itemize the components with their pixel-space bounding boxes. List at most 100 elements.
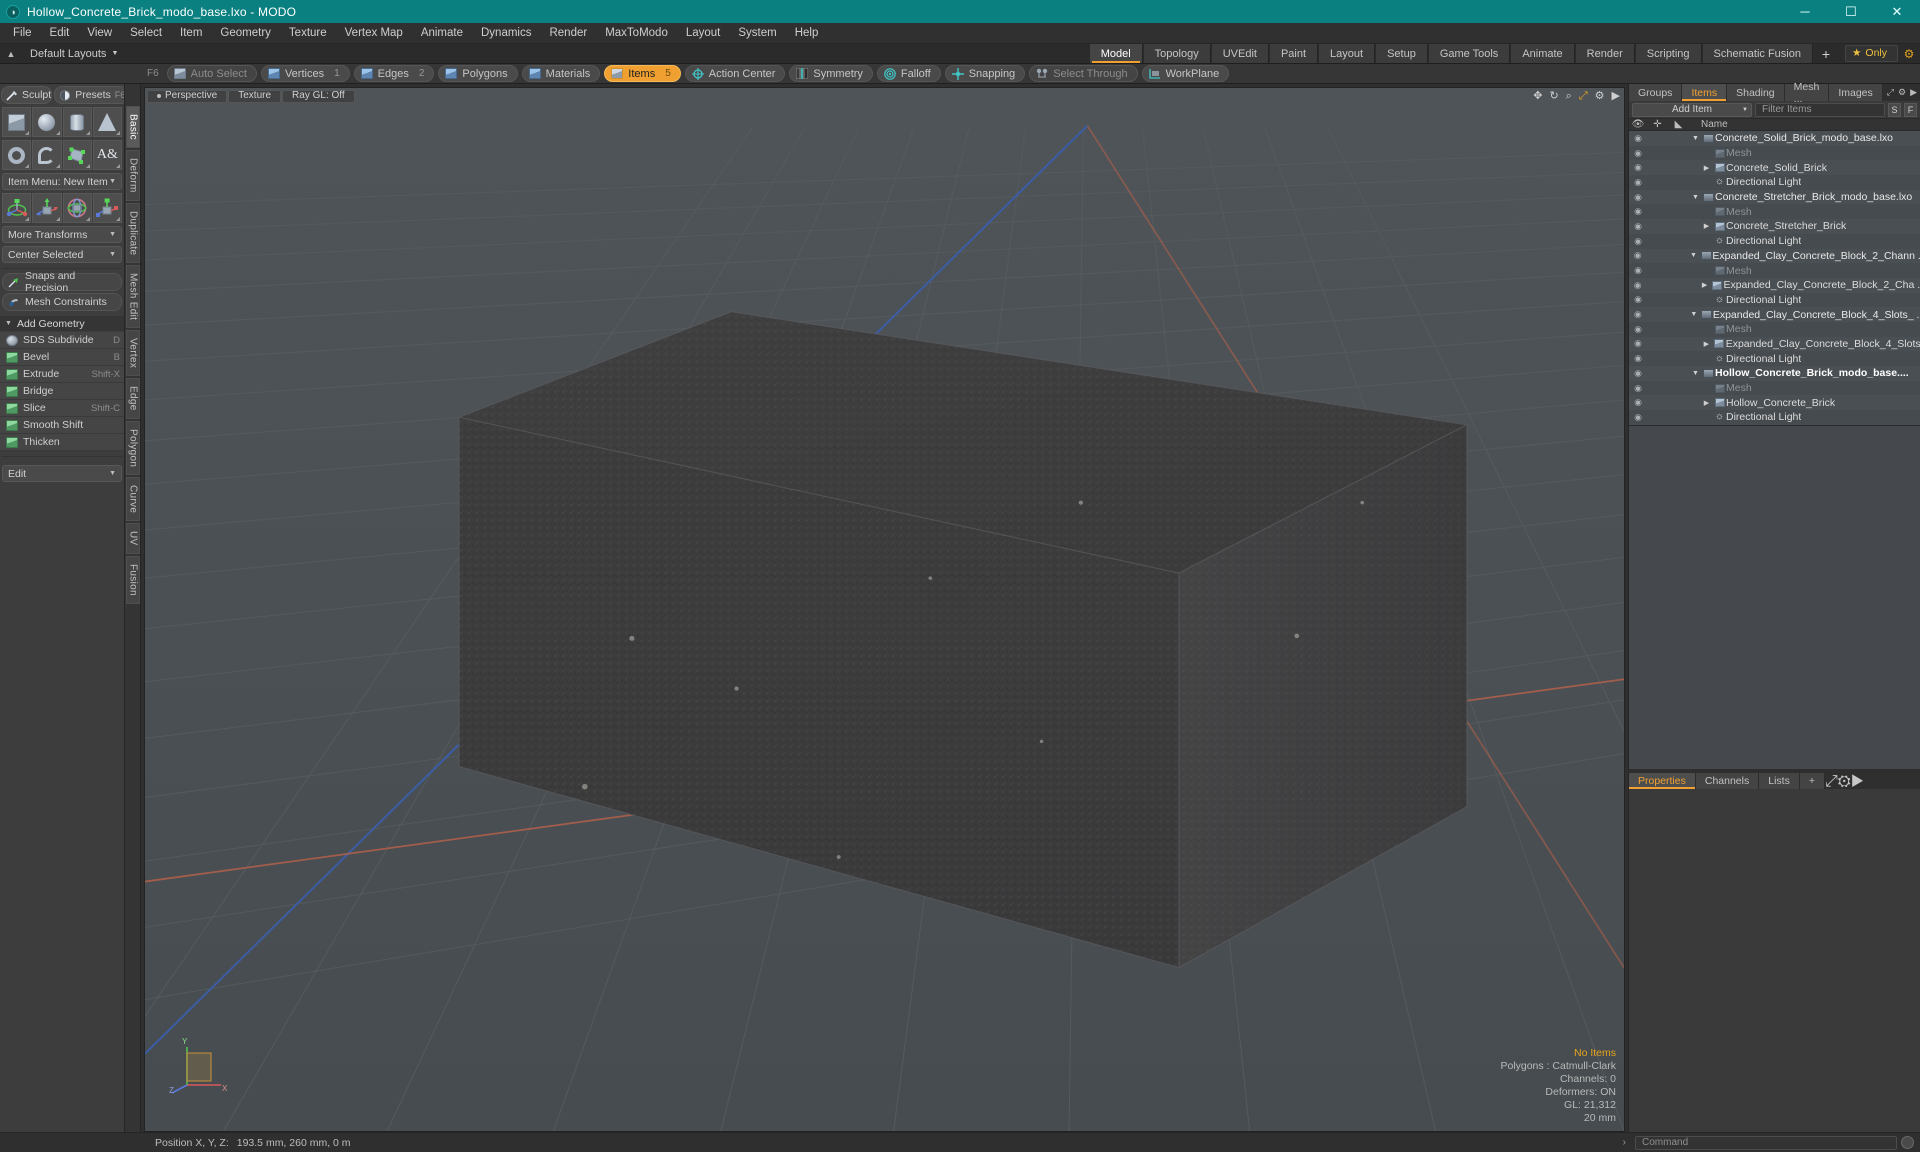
sphere-primitive-button[interactable] xyxy=(32,107,62,137)
cylinder-primitive-button[interactable] xyxy=(62,107,92,137)
items-tree-row[interactable]: ◉ Mesh xyxy=(1629,321,1920,337)
command-help-icon[interactable] xyxy=(1901,1136,1914,1149)
visibility-toggle-icon[interactable]: ◉ xyxy=(1629,368,1647,379)
mode-button-symmetry[interactable]: Symmetry xyxy=(789,65,873,82)
visibility-toggle-icon[interactable]: ◉ xyxy=(1629,383,1647,394)
chevron-right-icon[interactable]: ▶ xyxy=(1612,90,1620,102)
spiral-primitive-button[interactable] xyxy=(32,140,62,170)
menu-item-maxtomodo[interactable]: MaxToModo xyxy=(596,23,677,44)
move-gizmo-button[interactable] xyxy=(2,193,32,223)
items-tree-row[interactable]: ◉ ☼ Directional Light xyxy=(1629,410,1920,425)
cone-primitive-button[interactable] xyxy=(92,107,122,137)
add-properties-tab-button[interactable]: + xyxy=(1799,772,1825,789)
chevron-right-icon[interactable]: ▶ xyxy=(1910,87,1917,98)
filter-f-button[interactable]: F xyxy=(1904,102,1917,117)
vertical-tab-curve[interactable]: Curve xyxy=(125,477,140,522)
only-toggle-button[interactable]: ★ Only xyxy=(1844,45,1898,62)
vertical-tab-basic[interactable]: Basic xyxy=(125,106,140,148)
vertical-tab-vertex[interactable]: Vertex xyxy=(125,330,140,377)
add-geometry-header[interactable]: ▼ Add Geometry xyxy=(0,316,124,331)
torus-primitive-button[interactable] xyxy=(2,140,32,170)
items-tree-row[interactable]: ◉ ☼ Directional Light xyxy=(1629,233,1920,249)
vertical-tab-edge[interactable]: Edge xyxy=(125,378,140,419)
visibility-toggle-icon[interactable]: ◉ xyxy=(1629,309,1647,320)
menu-item-file[interactable]: File xyxy=(4,23,41,44)
menu-item-animate[interactable]: Animate xyxy=(412,23,472,44)
visibility-toggle-icon[interactable]: ◉ xyxy=(1629,236,1647,247)
mode-button-falloff[interactable]: Falloff xyxy=(876,65,941,82)
items-tree-row[interactable]: ◉ ☼ Directional Light xyxy=(1629,292,1920,308)
visibility-toggle-icon[interactable]: ◉ xyxy=(1629,192,1647,203)
layout-tab-uvedit[interactable]: UVEdit xyxy=(1210,44,1269,63)
expand-chevron-icon[interactable]: ▼ xyxy=(1687,252,1700,259)
expand-chevron-icon[interactable]: ▼ xyxy=(1689,194,1702,201)
items-tree-row[interactable]: ◉ ▼ Expanded_Clay_Concrete_Block_4_Slots_ … xyxy=(1629,307,1920,322)
visibility-toggle-icon[interactable]: ◉ xyxy=(1629,324,1647,335)
visibility-toggle-icon[interactable]: ◉ xyxy=(1629,206,1647,217)
layout-tab-render[interactable]: Render xyxy=(1574,44,1635,63)
cube-primitive-button[interactable] xyxy=(2,107,32,137)
items-tree-row[interactable]: ◉ Mesh xyxy=(1629,263,1920,278)
items-tree-row[interactable]: ◉ ▶ Concrete_Solid_Brick xyxy=(1629,160,1920,176)
layout-tab-topology[interactable]: Topology xyxy=(1142,44,1211,63)
items-tree-row[interactable]: ◉ ☼ Directional Light xyxy=(1629,351,1920,366)
geometry-tool-sds-subdivide[interactable]: SDS Subdivide D xyxy=(0,332,124,349)
properties-tab-properties[interactable]: Properties xyxy=(1629,772,1696,789)
expand-chevron-icon[interactable]: ▶ xyxy=(1698,281,1711,289)
visibility-toggle-icon[interactable]: ◉ xyxy=(1629,162,1647,173)
items-tree-row[interactable]: ◉ ☼ Directional Light xyxy=(1629,175,1920,190)
layout-expand-icon[interactable]: ▲ xyxy=(0,44,22,63)
chevron-right-icon[interactable]: ▶ xyxy=(1851,773,1864,790)
right-tab-mesh-[interactable]: Mesh ... xyxy=(1784,81,1830,105)
menu-item-item[interactable]: Item xyxy=(171,23,211,44)
expand-chevron-icon[interactable]: ▼ xyxy=(1689,135,1702,142)
layout-tab-animate[interactable]: Animate xyxy=(1510,44,1575,63)
raygl-button[interactable]: Ray GL: Off xyxy=(282,89,355,103)
geometry-tool-bridge[interactable]: Bridge xyxy=(0,383,124,400)
layout-tab-setup[interactable]: Setup xyxy=(1375,44,1428,63)
menu-item-system[interactable]: System xyxy=(729,23,785,44)
expand-chevron-icon[interactable]: ▶ xyxy=(1700,222,1713,230)
vertical-tab-fusion[interactable]: Fusion xyxy=(125,555,140,604)
items-tree-row[interactable]: ◉ ▼ Hollow_Concrete_Brick_modo_base.... xyxy=(1629,366,1920,381)
mesh-constraints-row[interactable]: Mesh Constraints xyxy=(2,293,122,311)
mode-button-polygons[interactable]: Polygons xyxy=(438,65,518,82)
expand-chevron-icon[interactable]: ▼ xyxy=(1689,370,1702,377)
close-button[interactable]: ✕ xyxy=(1874,0,1920,23)
text-primitive-button[interactable]: A& xyxy=(92,140,122,170)
scale-gizmo-button[interactable] xyxy=(92,193,122,223)
fit-view-icon[interactable]: ⤢ xyxy=(1579,90,1588,102)
menu-item-view[interactable]: View xyxy=(78,23,121,44)
visibility-toggle-icon[interactable]: ◉ xyxy=(1629,133,1647,144)
filter-items-input[interactable]: Filter Items xyxy=(1755,102,1885,117)
menu-item-vertex-map[interactable]: Vertex Map xyxy=(336,23,412,44)
items-tree-row[interactable]: ◉ ▼ Expanded_Clay_Concrete_Block_2_Chann .… xyxy=(1629,248,1920,264)
vertical-tab-deform[interactable]: Deform xyxy=(125,149,140,201)
gear-icon[interactable]: ⚙ xyxy=(1595,90,1605,102)
rotate-view-icon[interactable]: ↻ xyxy=(1549,90,1558,102)
expand-chevron-icon[interactable]: ▶ xyxy=(1700,340,1713,348)
right-tab-items[interactable]: Items xyxy=(1682,84,1728,101)
default-layouts-dropdown[interactable]: Default Layouts ▼ xyxy=(22,44,126,63)
item-menu-dropdown[interactable]: Item Menu: New Item ▼ xyxy=(2,173,122,190)
layout-tab-model[interactable]: Model xyxy=(1088,44,1143,63)
layout-tab-game-tools[interactable]: Game Tools xyxy=(1427,44,1511,63)
items-tree-row[interactable]: ◉ ▶ Hollow_Concrete_Brick xyxy=(1629,395,1920,411)
expand-icon[interactable]: ⤢ xyxy=(1887,87,1894,98)
items-tree-row[interactable]: ◉ ▶ Concrete_Stretcher_Brick xyxy=(1629,219,1920,234)
rotate-gizmo-button[interactable] xyxy=(62,193,92,223)
properties-tab-channels[interactable]: Channels xyxy=(1695,772,1760,789)
menu-item-edit[interactable]: Edit xyxy=(41,23,79,44)
gear-icon[interactable]: ⚙ xyxy=(1898,87,1906,98)
vertical-tab-uv[interactable]: UV xyxy=(125,523,140,554)
menu-item-help[interactable]: Help xyxy=(786,23,828,44)
items-tree-row[interactable]: ◉ Mesh xyxy=(1629,145,1920,161)
visibility-toggle-icon[interactable]: ◉ xyxy=(1629,148,1647,159)
visibility-toggle-icon[interactable]: ◉ xyxy=(1629,294,1647,305)
menu-item-render[interactable]: Render xyxy=(540,23,596,44)
right-tab-images[interactable]: Images xyxy=(1829,84,1883,101)
gear-icon[interactable]: ⚙ xyxy=(1838,773,1851,790)
layout-tab-paint[interactable]: Paint xyxy=(1268,44,1319,63)
move-view-icon[interactable]: ✥ xyxy=(1533,90,1542,102)
visibility-toggle-icon[interactable]: ◉ xyxy=(1629,250,1646,261)
